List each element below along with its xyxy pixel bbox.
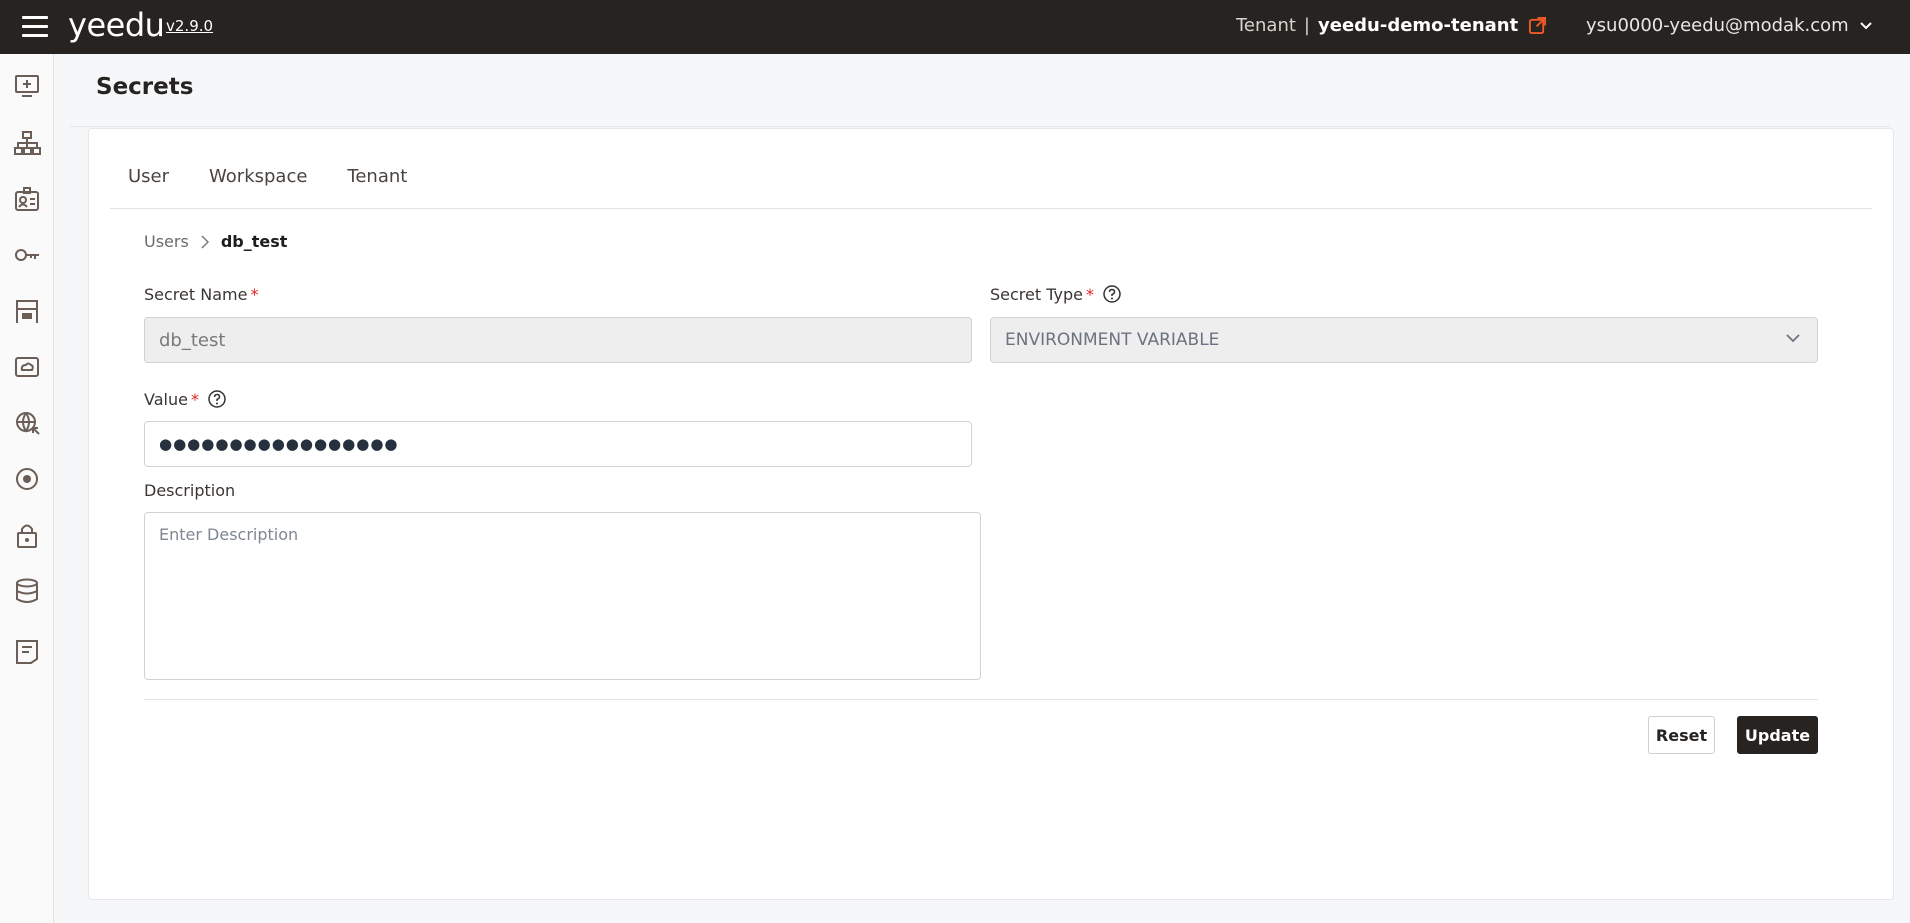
- globe-icon[interactable]: [13, 409, 41, 437]
- secret-name-value: db_test: [159, 329, 226, 351]
- top-bar: yeedu v2.9.0 Tenant | yeedu-demo-tenant …: [0, 0, 1910, 54]
- secret-type-label: Secret Type *: [990, 284, 1122, 304]
- secret-type-select[interactable]: ENVIRONMENT VARIABLE: [990, 317, 1818, 363]
- tenant-label: Tenant: [1236, 15, 1296, 36]
- page-title: Secrets: [96, 74, 194, 100]
- external-link-icon[interactable]: [1528, 16, 1547, 35]
- sidebar: [0, 54, 54, 923]
- chevron-down-icon: [1859, 21, 1872, 29]
- user-menu[interactable]: ysu0000-yeedu@modak.com: [1586, 15, 1873, 36]
- description-label: Description: [144, 481, 235, 500]
- required-mark: *: [1085, 284, 1094, 304]
- tab-tenant[interactable]: Tenant: [347, 166, 407, 187]
- tenant-name: yeedu-demo-tenant: [1318, 15, 1519, 36]
- cloud-drive-icon[interactable]: [13, 353, 41, 381]
- user-email: ysu0000-yeedu@modak.com: [1586, 15, 1849, 36]
- breadcrumb-users-link[interactable]: Users: [144, 232, 189, 251]
- tenant-selector: Tenant | yeedu-demo-tenant: [1236, 15, 1547, 36]
- lock-icon[interactable]: [13, 521, 41, 549]
- required-mark: *: [190, 389, 199, 409]
- breadcrumb: Users db_test: [144, 232, 287, 251]
- divider: [70, 126, 1890, 127]
- divider: [110, 208, 1872, 209]
- warehouse-icon[interactable]: [13, 297, 41, 325]
- secret-type-value: ENVIRONMENT VARIABLE: [1005, 330, 1220, 350]
- required-mark: *: [250, 285, 259, 304]
- chevron-right-icon: [201, 234, 209, 249]
- tab-workspace[interactable]: Workspace: [209, 166, 307, 187]
- secret-type-label-text: Secret Type: [990, 284, 1083, 304]
- chevron-down-icon: [1786, 334, 1800, 343]
- secret-value-masked: ●●●●●●●●●●●●●●●●●: [159, 435, 399, 453]
- hierarchy-icon[interactable]: [13, 129, 41, 157]
- notes-icon[interactable]: [13, 637, 41, 665]
- tenant-separator: |: [1303, 15, 1310, 36]
- secret-name-label-text: Secret Name: [144, 285, 248, 304]
- breadcrumb-current: db_test: [220, 232, 288, 251]
- target-icon[interactable]: [13, 465, 41, 493]
- secret-name-label: Secret Name *: [144, 285, 258, 304]
- secret-scope-tabs: User Workspace Tenant: [128, 166, 447, 187]
- secret-value-input[interactable]: ●●●●●●●●●●●●●●●●●: [144, 421, 972, 467]
- app-logo[interactable]: yeedu: [68, 6, 165, 44]
- help-icon[interactable]: [207, 389, 227, 409]
- secret-name-input[interactable]: db_test: [144, 317, 972, 363]
- description-textarea[interactable]: [144, 512, 981, 680]
- description-label-text: Description: [144, 481, 236, 500]
- value-label: Value *: [144, 389, 227, 409]
- id-card-icon[interactable]: [13, 185, 41, 213]
- menu-icon[interactable]: [22, 16, 48, 38]
- version-link[interactable]: v2.9.0: [166, 17, 213, 35]
- value-label-text: Value: [144, 389, 188, 409]
- key-icon[interactable]: [13, 241, 41, 269]
- database-icon[interactable]: [13, 577, 41, 605]
- update-button[interactable]: Update: [1737, 716, 1818, 754]
- help-icon[interactable]: [1102, 284, 1122, 304]
- reset-button[interactable]: Reset: [1648, 716, 1715, 754]
- divider: [144, 699, 1818, 700]
- tab-user[interactable]: User: [128, 166, 169, 187]
- add-screen-icon[interactable]: [13, 72, 41, 100]
